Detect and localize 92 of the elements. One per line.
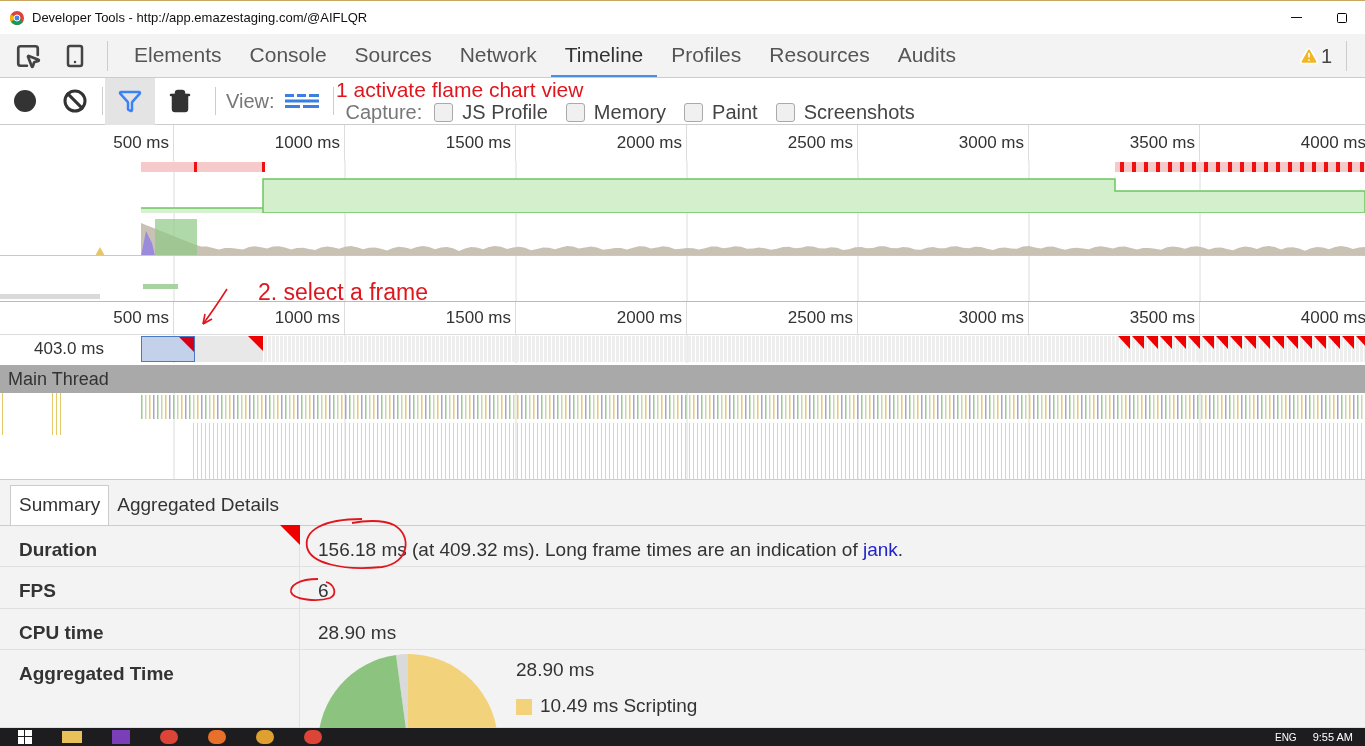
annotation-arrow bbox=[200, 288, 230, 326]
panel-tab[interactable]: Resources bbox=[755, 34, 884, 77]
long-frame-marker bbox=[1144, 162, 1148, 172]
time-tick-label: 1000 ms bbox=[274, 132, 340, 155]
time-tick-label: 4000 ms bbox=[1300, 132, 1365, 155]
time-tick-label: 2000 ms bbox=[616, 132, 682, 155]
long-frame-marker bbox=[1360, 162, 1364, 172]
long-frame-marker bbox=[1132, 162, 1136, 172]
long-frame-marker bbox=[1204, 162, 1208, 172]
clock[interactable]: 9:55 AM bbox=[1312, 728, 1353, 746]
long-frame-marker bbox=[1168, 162, 1172, 172]
detail-value: 28.90 ms bbox=[318, 621, 397, 643]
jank-link[interactable]: jank bbox=[862, 539, 898, 560]
long-frame-marker bbox=[1240, 162, 1244, 172]
long-frame-marker bbox=[194, 162, 197, 172]
cpu-activity-bump bbox=[95, 247, 105, 256]
detail-label: CPU time bbox=[19, 621, 104, 643]
long-frame-marker bbox=[1228, 162, 1232, 172]
time-tick-label: 500 ms bbox=[113, 307, 169, 330]
language-indicator[interactable]: ENG bbox=[1274, 729, 1297, 745]
long-frame-marker bbox=[1288, 162, 1292, 172]
long-frame-marker bbox=[1192, 162, 1196, 172]
panel-tab[interactable]: Profiles bbox=[657, 34, 756, 77]
time-tick-label: 1500 ms bbox=[445, 132, 511, 155]
clear-icon bbox=[63, 89, 87, 113]
windows-logo-icon[interactable] bbox=[18, 730, 32, 744]
panel-tab[interactable]: Audits bbox=[883, 34, 971, 77]
filter-icon bbox=[118, 89, 142, 113]
time-tick-label: 3000 ms bbox=[958, 132, 1024, 155]
minimize-icon bbox=[1290, 17, 1302, 18]
long-frame-marker bbox=[1300, 162, 1304, 172]
time-tick-label: 1000 ms bbox=[274, 307, 340, 330]
long-frame-marker bbox=[262, 162, 265, 172]
details-tab[interactable]: Summary bbox=[10, 485, 110, 525]
long-frame-marker-icon bbox=[280, 525, 300, 545]
network-request-bar bbox=[143, 284, 178, 289]
time-tick-label: 2500 ms bbox=[787, 307, 853, 330]
warning-count: 1 bbox=[1320, 43, 1332, 69]
capture-checkbox[interactable]: JS Profile bbox=[434, 101, 548, 123]
time-tick-label: 2000 ms bbox=[616, 307, 682, 330]
inspect-icon bbox=[14, 42, 41, 69]
details-tab[interactable]: Aggregated Details bbox=[109, 485, 287, 525]
view-label: View: bbox=[226, 89, 275, 114]
capture-checkbox[interactable]: Screenshots bbox=[775, 101, 915, 123]
time-tick-label: 2500 ms bbox=[787, 132, 853, 155]
detail-label: FPS bbox=[19, 580, 56, 602]
long-frame-marker bbox=[1264, 162, 1268, 172]
panel-tab[interactable]: Network bbox=[445, 34, 551, 77]
long-frame-marker bbox=[1156, 162, 1160, 172]
legend-label: 10.49 ms Scripting bbox=[540, 694, 698, 719]
record-icon bbox=[14, 90, 36, 112]
time-tick-label: 4000 ms bbox=[1300, 307, 1365, 330]
long-frame-marker bbox=[1276, 162, 1280, 172]
browser-taskbar-icon[interactable] bbox=[256, 730, 274, 744]
time-tick-label: 3000 ms bbox=[958, 307, 1024, 330]
long-frame-marker-icon bbox=[179, 337, 194, 352]
long-frame-marker bbox=[1216, 162, 1220, 172]
browser-taskbar-icon[interactable] bbox=[304, 730, 322, 744]
long-frame-marker bbox=[1348, 162, 1352, 172]
time-tick-label: 3500 ms bbox=[1129, 132, 1195, 155]
time-tick-label: 1500 ms bbox=[445, 307, 511, 330]
long-frame-marker bbox=[1120, 162, 1124, 172]
annotation-text: 1 activate flame chart view bbox=[336, 79, 584, 100]
window-title: Developer Tools - http://app.emazestaging.com/@AIFLQR bbox=[32, 8, 368, 27]
track-title: Main Thread bbox=[7, 367, 109, 391]
long-frame-marker bbox=[1180, 162, 1184, 172]
long-frame-marker bbox=[1312, 162, 1316, 172]
long-frame-marker bbox=[1252, 162, 1256, 172]
trash-icon bbox=[168, 89, 192, 113]
detail-label: Aggregated Time bbox=[19, 663, 174, 684]
aggregated-total: 28.90 ms bbox=[516, 658, 596, 682]
browser-taskbar-icon[interactable] bbox=[160, 730, 178, 744]
time-tick-label: 3500 ms bbox=[1129, 307, 1195, 330]
warning-icon bbox=[1298, 45, 1319, 66]
panel-tab[interactable]: Sources bbox=[340, 34, 446, 77]
detail-value: 6 bbox=[318, 580, 329, 602]
annotation-text: 2. select a frame bbox=[258, 278, 429, 307]
long-frame-marker bbox=[1324, 162, 1328, 172]
panel-tab[interactable]: Elements bbox=[120, 34, 236, 77]
browser-logo-icon bbox=[10, 10, 24, 25]
selected-frame[interactable] bbox=[141, 336, 195, 362]
browser-taskbar-icon[interactable] bbox=[208, 730, 226, 744]
detail-label: Duration bbox=[19, 539, 98, 560]
panel-tab[interactable]: Console bbox=[235, 34, 341, 77]
capture-checkbox[interactable]: Paint bbox=[684, 101, 758, 123]
long-frame-marker bbox=[1336, 162, 1340, 172]
capture-checkbox[interactable]: Memory bbox=[565, 101, 667, 123]
frame-duration-label: 403.0 ms bbox=[34, 338, 104, 361]
capture-label: Capture: bbox=[345, 101, 423, 123]
maximize-icon bbox=[1336, 11, 1348, 24]
panel-tab[interactable]: Timeline bbox=[550, 34, 658, 77]
time-tick-label: 500 ms bbox=[113, 132, 169, 155]
